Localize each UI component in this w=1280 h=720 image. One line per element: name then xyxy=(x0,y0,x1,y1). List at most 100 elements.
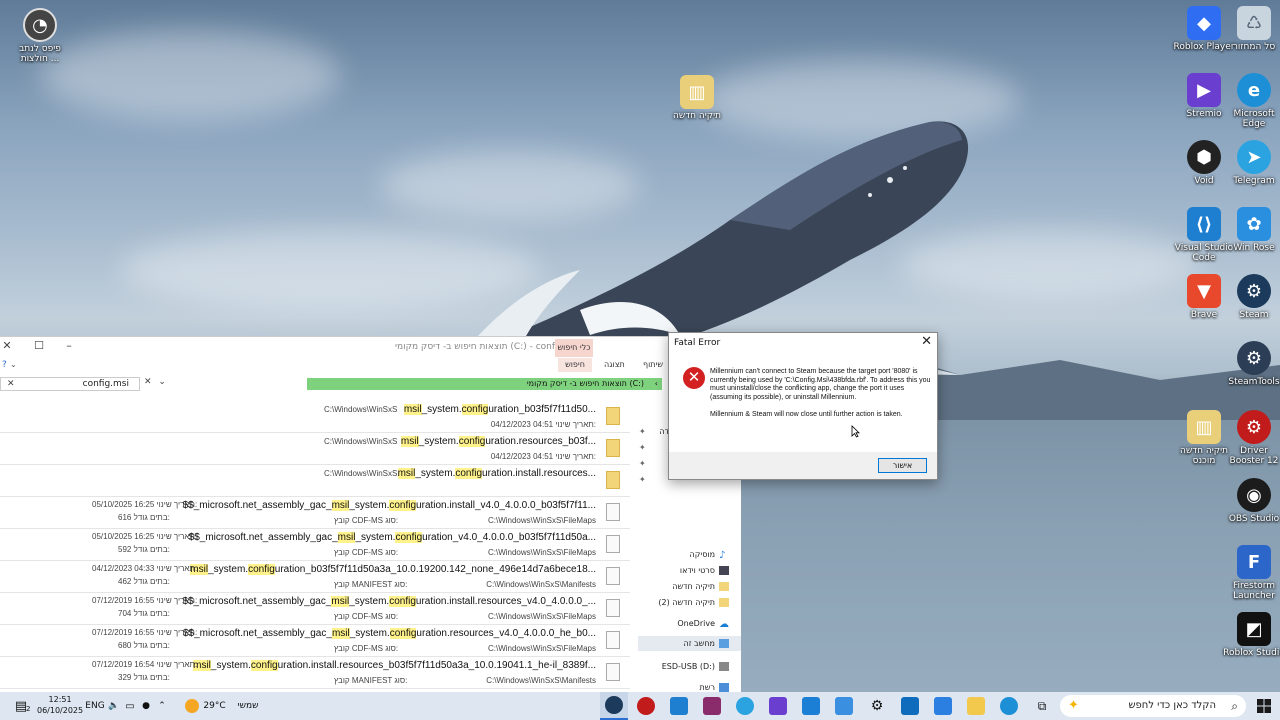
sidebar-item-onedrive[interactable]: OneDrive ☁ xyxy=(677,619,729,630)
desktop-icon-roblox-studio[interactable]: ◩ Roblox Studio xyxy=(1222,612,1280,658)
chevron-down-icon[interactable]: ⌄ xyxy=(158,377,166,387)
file-name: $$_microsoft.net_assembly_gac_msil_syste… xyxy=(182,628,596,639)
sidebar-item-usb[interactable]: ESD-USB (D:) xyxy=(662,662,729,671)
file-icon xyxy=(606,503,620,521)
taskbar-app-settings[interactable]: ⚙ xyxy=(863,692,891,720)
desktop-icon-firestorm[interactable]: F Firestorm Launcher xyxy=(1222,545,1280,601)
desktop-icon-label: פיפס לנתב חולצות ... xyxy=(19,44,61,64)
taskbar-app-winrar[interactable] xyxy=(698,692,726,720)
file-type: קובץ MANIFEST סוג: xyxy=(334,676,408,685)
computer-icon xyxy=(719,639,729,648)
steam-icon xyxy=(605,696,623,714)
fatal-error-dialog: Fatal Error ✕ ✕ Millennium can't connect… xyxy=(668,332,938,480)
clock[interactable]: 12:51 06/10/2025 xyxy=(37,694,83,716)
taskbar-app-paint[interactable] xyxy=(830,692,858,720)
speaker-icon[interactable]: 🔈 xyxy=(106,692,122,720)
sidebar-item-new-folder[interactable]: תיקיה חדשה xyxy=(672,582,729,591)
notification-center-button[interactable]: ▤ 2 xyxy=(10,692,32,720)
taskbar-app-store[interactable] xyxy=(929,692,957,720)
firestorm-icon: F xyxy=(1237,545,1271,579)
desktop-icon-recycle-bin[interactable]: ♺ סל המחזור xyxy=(1222,6,1280,52)
taskbar-app-steam[interactable] xyxy=(600,692,628,720)
desktop-icon-telegram[interactable]: ➤ Telegram xyxy=(1222,140,1280,186)
file-type: קובץ MANIFEST סוג: xyxy=(334,580,408,589)
network-icon[interactable]: ▭ xyxy=(122,692,138,720)
desktop-icon-winrose[interactable]: ✿ Win Rose xyxy=(1222,207,1280,253)
chevron-up-icon[interactable]: ⌃ xyxy=(154,692,170,720)
address-bar[interactable]: תוצאות חיפוש ב- דיסק מקומי (C:) ‹ xyxy=(307,378,662,390)
help-icon[interactable]: ? xyxy=(2,360,7,370)
sidebar-item-this-pc[interactable]: מחשב זה xyxy=(638,636,741,651)
desktop-icon-user-shortcut[interactable]: ◔ פיפס לנתב חולצות ... xyxy=(8,8,72,64)
microphone-icon[interactable]: ● xyxy=(138,692,154,720)
winrar-icon xyxy=(703,697,721,715)
recycle-bin-icon: ♺ xyxy=(1237,6,1271,40)
chevron-right-icon[interactable]: ‹ xyxy=(655,378,658,390)
chevron-down-icon[interactable]: ⌄ xyxy=(10,360,17,369)
taskbar-app-stremio[interactable] xyxy=(764,692,792,720)
desktop-icon-driver-booster[interactable]: ⚙ Driver Booster 12 xyxy=(1222,410,1280,466)
folder-icon xyxy=(606,439,620,457)
file-path: C:\Windows\WinSxS\FileMaps xyxy=(487,612,596,621)
sidebar-item-network[interactable]: רשת xyxy=(700,683,729,692)
user-circle-icon: ◔ xyxy=(23,8,57,42)
file-type: קובץ CDF-MS סוג: xyxy=(334,612,399,621)
taskbar-app-vscode[interactable] xyxy=(665,692,693,720)
minimize-icon[interactable]: – xyxy=(54,339,84,352)
tab-share[interactable]: שיתוף xyxy=(643,360,663,369)
file-icon xyxy=(606,599,620,617)
mail-icon xyxy=(802,697,820,715)
language-indicator[interactable]: ENG xyxy=(84,692,106,720)
desktop-icon-steamtools[interactable]: ⚙ SteamTools xyxy=(1222,341,1280,387)
sidebar-item-new-folder-2[interactable]: תיקיה חדשה (2) xyxy=(658,598,729,607)
clear-search-icon[interactable]: ✕ xyxy=(7,378,15,390)
driver-booster-icon xyxy=(637,697,655,715)
desktop-icon-edge[interactable]: e Microsoft Edge xyxy=(1222,73,1280,129)
desktop-icon-steam[interactable]: ⚙ Steam xyxy=(1222,274,1280,320)
tab-search-tools[interactable]: כלי חיפוש xyxy=(555,339,593,357)
file-path: C:\Windows\WinSxS\FileMaps xyxy=(487,516,596,525)
list-item[interactable]: $$_microsoft.net_assembly_gac_msil_syste… xyxy=(0,625,630,657)
close-icon[interactable]: ✕ xyxy=(0,339,22,352)
weather-widget[interactable]: 29°C שמשי xyxy=(182,692,262,720)
list-item[interactable]: $$_microsoft.net_assembly_gac_msil_syste… xyxy=(0,593,630,625)
taskbar-app-file-explorer[interactable] xyxy=(962,692,990,720)
taskbar-app-telegram[interactable] xyxy=(731,692,759,720)
task-view-icon: ⧉ xyxy=(1037,698,1047,713)
file-type: קובץ CDF-MS סוג: xyxy=(334,548,399,557)
taskbar-app-driver-booster[interactable] xyxy=(632,692,660,720)
sidebar-item-videos[interactable]: סרטי וידאו xyxy=(680,566,729,575)
sun-icon xyxy=(185,699,200,713)
desktop-icon-obs[interactable]: ◉ OBS Studio xyxy=(1222,478,1280,524)
file-size: 704 בתים גודל: xyxy=(118,609,170,618)
list-item[interactable]: $$_microsoft.net_assembly_gac_msil_syste… xyxy=(0,529,630,561)
close-icon[interactable]: ✕ xyxy=(144,377,152,387)
task-view-button[interactable]: ⧉ xyxy=(1028,692,1056,720)
sidebar-item-music[interactable]: מוסיקה ♪ xyxy=(690,550,730,561)
taskbar-app-edge[interactable] xyxy=(995,692,1023,720)
maximize-icon[interactable]: ☐ xyxy=(24,339,54,352)
search-input[interactable]: ✕ config.msi xyxy=(0,377,140,391)
windows-icon xyxy=(1257,699,1271,713)
cursor-icon xyxy=(851,425,860,438)
tab-view[interactable]: תצוגה xyxy=(604,360,625,369)
file-name: $$_microsoft.net_assembly_gac_msil_syste… xyxy=(182,500,596,511)
list-item[interactable]: $$_microsoft.net_assembly_gac_msil_syste… xyxy=(0,497,630,529)
pin-icon: ✦ xyxy=(639,443,646,452)
list-item[interactable]: msil_system.configuration_b03f5f7f11d50.… xyxy=(0,401,630,433)
file-path: C:\Windows\WinSxS xyxy=(324,405,398,414)
taskbar-search-input[interactable]: הקלד כאן כדי לחפש ⌕ ✦ xyxy=(1060,695,1246,717)
start-button[interactable] xyxy=(1252,692,1276,720)
whale xyxy=(470,121,969,348)
list-item[interactable]: msil_system.configuration.install.resour… xyxy=(0,657,630,689)
taskbar-app-mail[interactable] xyxy=(797,692,825,720)
desktop-icon-new-folder[interactable]: ▥ תיקיה חדשה xyxy=(665,75,729,121)
list-item[interactable]: msil_system.configuration.resources_b03f… xyxy=(0,433,630,465)
list-item[interactable]: msil_system.configuration.install.resour… xyxy=(0,465,630,497)
list-item[interactable]: msil_system.configuration_b03f5f7f11d50a… xyxy=(0,561,630,593)
close-icon[interactable]: ✕ xyxy=(921,334,932,349)
taskbar-app-outlook[interactable] xyxy=(896,692,924,720)
tab-search[interactable]: חיפוש xyxy=(558,358,592,372)
ok-button[interactable]: אישור xyxy=(878,458,927,473)
dialog-message-line: Millennium can't connect to Steam becaus… xyxy=(710,368,931,401)
